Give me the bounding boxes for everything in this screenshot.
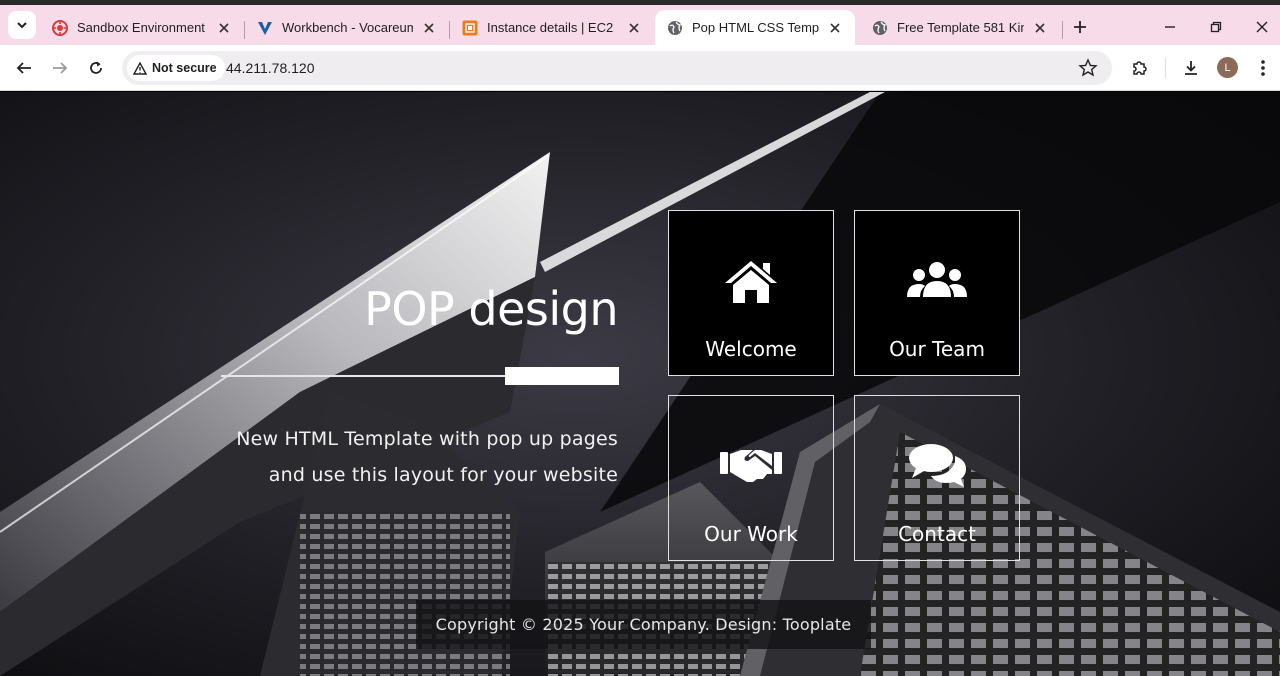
- tab-divider: [1062, 21, 1063, 39]
- close-icon[interactable]: [827, 20, 843, 36]
- aws-favicon-icon: [462, 20, 478, 36]
- downloads-button[interactable]: [1179, 56, 1203, 80]
- more-vert-icon: [1261, 60, 1265, 76]
- sandbox-favicon-icon: [52, 19, 68, 36]
- tab-title: Workbench - Vocareum: [282, 20, 413, 35]
- nav-label: Our Team: [889, 337, 985, 361]
- arrow-left-icon: [16, 62, 31, 74]
- nav-our-work-button[interactable]: Our Work: [668, 395, 834, 561]
- globe-icon: [667, 20, 683, 36]
- chevron-down-icon: [17, 22, 27, 29]
- puzzle-icon: [1133, 61, 1147, 75]
- minimize-icon: [1165, 26, 1175, 28]
- restore-icon: [1210, 21, 1222, 33]
- tab-pop-html-css-template[interactable]: Pop HTML CSS Template: [655, 10, 855, 45]
- arrow-right-icon: [53, 62, 68, 74]
- forward-button[interactable]: [48, 56, 72, 80]
- minimize-button[interactable]: [1158, 15, 1182, 39]
- browser-toolbar: Not secure 44.211.78.120 L: [0, 45, 1280, 91]
- security-label: Not secure: [152, 61, 217, 75]
- tab-title: Sandbox Environment: [77, 20, 205, 35]
- profile-avatar[interactable]: L: [1217, 57, 1238, 78]
- close-icon[interactable]: [626, 20, 642, 36]
- handshake-icon: [720, 450, 782, 482]
- close-icon: [1256, 21, 1268, 33]
- home-icon: [725, 261, 777, 303]
- vocareum-favicon-icon: [257, 20, 273, 36]
- tab-free-template-581[interactable]: Free Template 581 Kind Heart: [860, 10, 1060, 45]
- reload-button[interactable]: [84, 56, 108, 80]
- background-architecture-image: [0, 92, 1280, 676]
- nav-label: Contact: [898, 522, 976, 546]
- back-button[interactable]: [12, 56, 36, 80]
- tab-sandbox-environment[interactable]: Sandbox Environment: [40, 10, 244, 45]
- page-subtitle: New HTML Template with pop up pages and …: [236, 421, 618, 493]
- close-icon[interactable]: [1032, 20, 1048, 36]
- toolbar-divider: [1165, 58, 1166, 78]
- security-indicator[interactable]: Not secure: [127, 55, 225, 81]
- nav-label: Our Work: [704, 522, 798, 546]
- menu-button[interactable]: [1251, 56, 1275, 80]
- title-divider-bar: [505, 367, 619, 385]
- nav-welcome-button[interactable]: Welcome: [668, 210, 834, 376]
- new-tab-button[interactable]: [1068, 15, 1092, 39]
- warning-icon: [133, 61, 147, 75]
- address-bar[interactable]: Not secure 44.211.78.120: [122, 51, 1112, 85]
- footer-copyright: Copyright © 2025 Your Company. Design: T…: [416, 600, 871, 649]
- comments-icon: [909, 444, 966, 487]
- close-icon[interactable]: [216, 20, 232, 36]
- nav-label: Welcome: [705, 337, 797, 361]
- globe-icon: [872, 20, 888, 36]
- subtitle-line: New HTML Template with pop up pages: [236, 428, 618, 450]
- nav-contact-button[interactable]: Contact: [854, 395, 1020, 561]
- users-icon: [907, 262, 967, 297]
- nav-our-team-button[interactable]: Our Team: [854, 210, 1020, 376]
- url-text[interactable]: 44.211.78.120: [226, 60, 315, 76]
- restore-button[interactable]: [1204, 15, 1228, 39]
- close-window-button[interactable]: [1250, 15, 1274, 39]
- star-icon[interactable]: [1078, 58, 1098, 78]
- tab-title: Free Template 581 Kind Heart: [897, 20, 1024, 35]
- reload-icon: [90, 61, 102, 74]
- plus-icon: [1074, 21, 1086, 33]
- subtitle-line: and use this layout for your website: [268, 464, 618, 486]
- web-page: POP design New HTML Template with pop up…: [0, 92, 1280, 676]
- tab-strip: Sandbox Environment Workbench - Vocareum…: [0, 5, 1280, 45]
- tab-title: Instance details | EC2 | us-east-1: [487, 20, 618, 35]
- tab-instance-details-ec2[interactable]: Instance details | EC2 | us-east-1: [450, 10, 654, 45]
- page-title: POP design: [364, 282, 618, 336]
- tab-workbench-vocareum[interactable]: Workbench - Vocareum: [245, 10, 449, 45]
- tab-title: Pop HTML CSS Template: [692, 20, 819, 35]
- tab-search-button[interactable]: [8, 11, 36, 39]
- extensions-button[interactable]: [1128, 56, 1152, 80]
- download-icon: [1185, 61, 1197, 75]
- close-icon[interactable]: [421, 20, 437, 36]
- title-divider-line: [221, 375, 506, 377]
